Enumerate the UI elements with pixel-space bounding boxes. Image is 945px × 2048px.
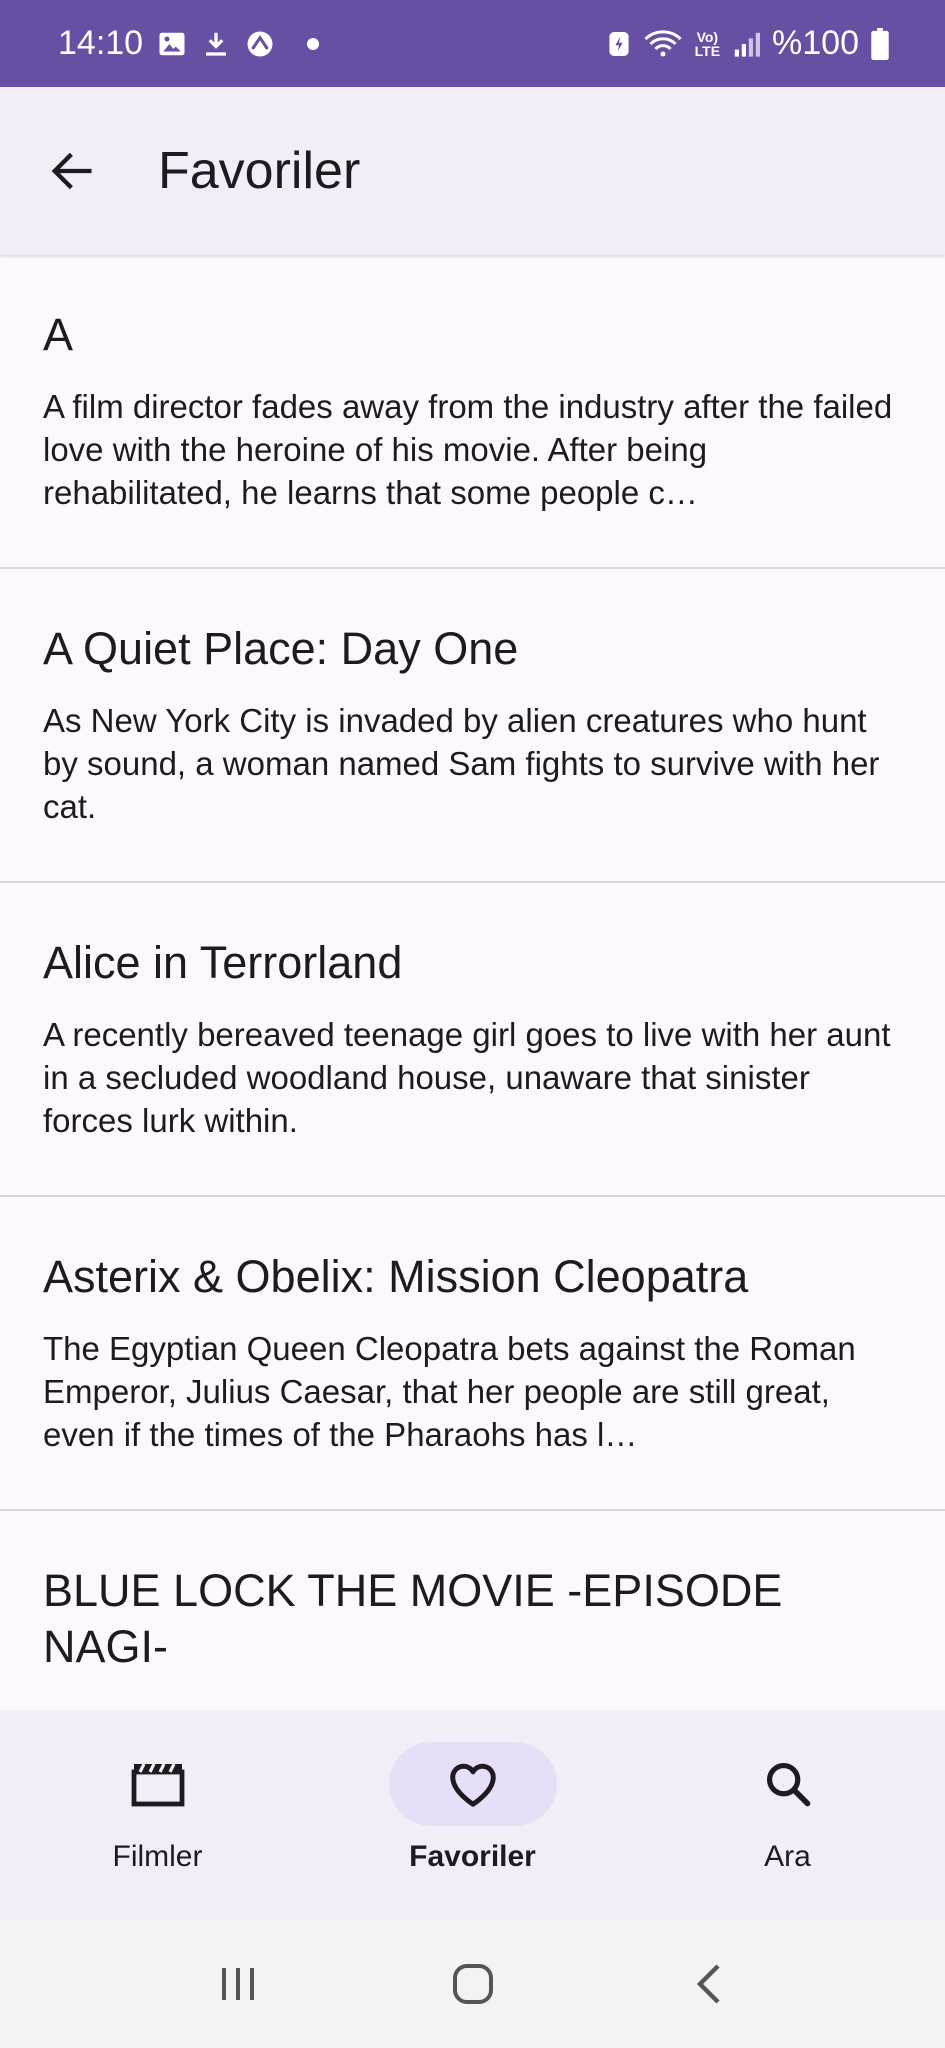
status-bar: 14:10 Vo) LTE %100 [0,0,945,87]
home-button[interactable] [423,1934,523,2034]
nav-item-favoriler[interactable]: Favoriler [315,1710,630,1920]
movie-title: A Quiet Place: Day One [43,623,519,674]
system-navigation-bar [0,1920,945,2048]
movie-title: BLUE LOCK THE MOVIE -EPISODE NAGI- [43,1565,783,1672]
nav-item-ara[interactable]: Ara [630,1710,945,1920]
battery-percent: %100 [772,24,859,62]
system-back-button[interactable] [658,1934,758,2034]
movie-overview: A film director fades away from the indu… [43,388,893,511]
gallery-notification-icon [157,29,187,59]
battery-icon [871,27,889,60]
status-left: 14:10 [58,24,320,63]
back-button[interactable] [24,123,120,219]
nav-indicator [74,1742,242,1826]
nav-label: Filmler [112,1840,203,1873]
movie-overview: A recently bereaved teenage girl goes to… [43,1016,891,1139]
bottom-navigation: Filmler Favoriler Ara [0,1710,945,1920]
nav-indicator [704,1742,872,1826]
download-icon [201,29,231,59]
status-right: Vo) LTE %100 [607,24,889,63]
movie-list-item[interactable]: A A film director fades away from the in… [0,255,945,569]
chevron-left-icon [696,1964,720,2004]
movie-list-item[interactable]: Alice in Terrorland A recently bereaved … [0,883,945,1197]
page-title: Favoriler [158,142,361,200]
arrow-back-icon [51,152,92,190]
battery-saver-icon [607,29,631,59]
search-icon [766,1762,810,1807]
nav-indicator-active [388,1742,557,1826]
volte-badge: Vo) LTE [694,28,721,59]
movie-list-item[interactable]: A Quiet Place: Day One As New York City … [0,569,945,883]
nav-item-filmler[interactable]: Filmler [0,1710,315,1920]
movie-title: A [43,309,74,360]
recent-apps-button[interactable] [188,1934,288,2034]
signal-icon [732,30,761,58]
movie-list-item[interactable]: Asterix & Obelix: Mission Cleopatra The … [0,1197,945,1511]
home-icon [452,1964,493,2004]
vpn-shield-icon [245,29,275,59]
movie-overview: As New York City is invaded by alien cre… [43,702,880,825]
favorites-list[interactable]: A A film director fades away from the in… [0,255,945,1710]
nav-label: Favoriler [409,1840,536,1873]
clapperboard-icon [131,1763,184,1807]
wifi-icon [643,29,683,59]
nav-label: Ara [764,1840,811,1873]
movie-list-item[interactable]: BLUE LOCK THE MOVIE -EPISODE NAGI- [0,1511,945,1710]
heart-icon [449,1763,496,1807]
top-app-bar: Favoriler [0,87,945,255]
movie-title: Alice in Terrorland [43,937,403,988]
recents-icon [221,1968,254,2000]
status-time: 14:10 [58,24,144,62]
movie-title: Asterix & Obelix: Mission Cleopatra [43,1251,749,1302]
movie-overview: The Egyptian Queen Cleopatra bets agains… [43,1330,856,1453]
notification-dot [307,37,320,50]
